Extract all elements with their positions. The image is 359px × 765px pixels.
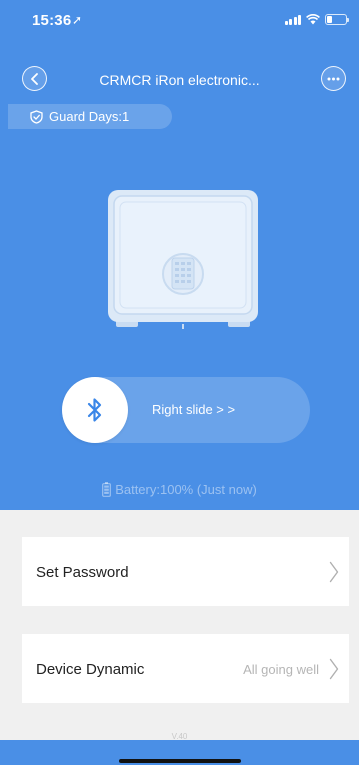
shield-check-icon [30, 109, 43, 124]
cellular-signal-icon [284, 14, 301, 25]
device-dynamic-item[interactable]: Device Dynamic All going well [22, 634, 349, 703]
battery-status-icon [325, 14, 349, 25]
chevron-right-icon [329, 561, 339, 583]
device-dynamic-label: Device Dynamic [36, 661, 145, 678]
more-icon [327, 77, 340, 80]
guard-days-label: Guard Days:1 [49, 109, 130, 124]
location-arrow-icon: ➚ [72, 13, 83, 27]
chevron-right-icon [329, 658, 339, 680]
set-password-label: Set Password [36, 564, 129, 581]
status-bar: 15:36 ➚ [0, 0, 359, 44]
battery-info: Battery:100% (Just now) [0, 482, 359, 497]
guard-days-badge: Guard Days:1 [8, 104, 172, 129]
bluetooth-icon [87, 398, 102, 422]
back-button[interactable] [22, 66, 47, 91]
chevron-left-icon [31, 72, 38, 85]
battery-icon [102, 482, 112, 497]
nav-bar: CRMCR iRon electronic... [0, 62, 359, 94]
device-dynamic-value: All going well [243, 662, 319, 677]
slider-label: Right slide > > [152, 402, 236, 417]
slider-knob[interactable] [62, 377, 128, 443]
page-title: CRMCR iRon electronic... [99, 72, 260, 88]
battery-label: Battery:100% (Just now) [115, 482, 257, 497]
status-time: 15:36 [32, 12, 72, 29]
home-indicator [119, 759, 241, 763]
unlock-slider[interactable]: Right slide > > [62, 377, 310, 443]
set-password-item[interactable]: Set Password [22, 537, 349, 606]
safe-illustration [108, 190, 258, 329]
more-button[interactable] [321, 66, 346, 91]
wifi-icon [306, 14, 320, 25]
